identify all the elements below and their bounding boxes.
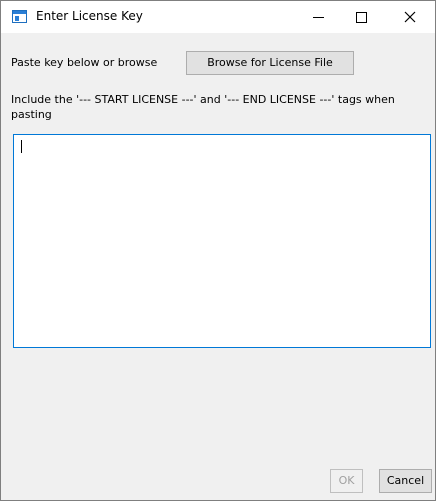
window-title: Enter License Key [36,9,143,23]
close-icon [404,11,416,23]
paste-instruction-text: Include the '--- START LICENSE ---' and … [11,93,395,121]
app-window-icon [12,10,27,23]
cancel-button[interactable]: Cancel [379,469,432,493]
minimize-button[interactable] [303,1,349,33]
browse-license-file-button[interactable]: Browse for License File [186,51,354,75]
paste-prompt-label: Paste key below or browse [11,56,158,69]
text-caret [21,140,22,153]
ok-button[interactable]: OK [330,469,363,493]
close-button[interactable] [389,1,435,33]
title-bar[interactable]: Enter License Key [1,1,435,33]
license-key-input[interactable] [13,134,431,348]
minimize-icon [313,17,324,18]
license-dialog: Enter License Key Paste key below or bro… [0,0,436,501]
